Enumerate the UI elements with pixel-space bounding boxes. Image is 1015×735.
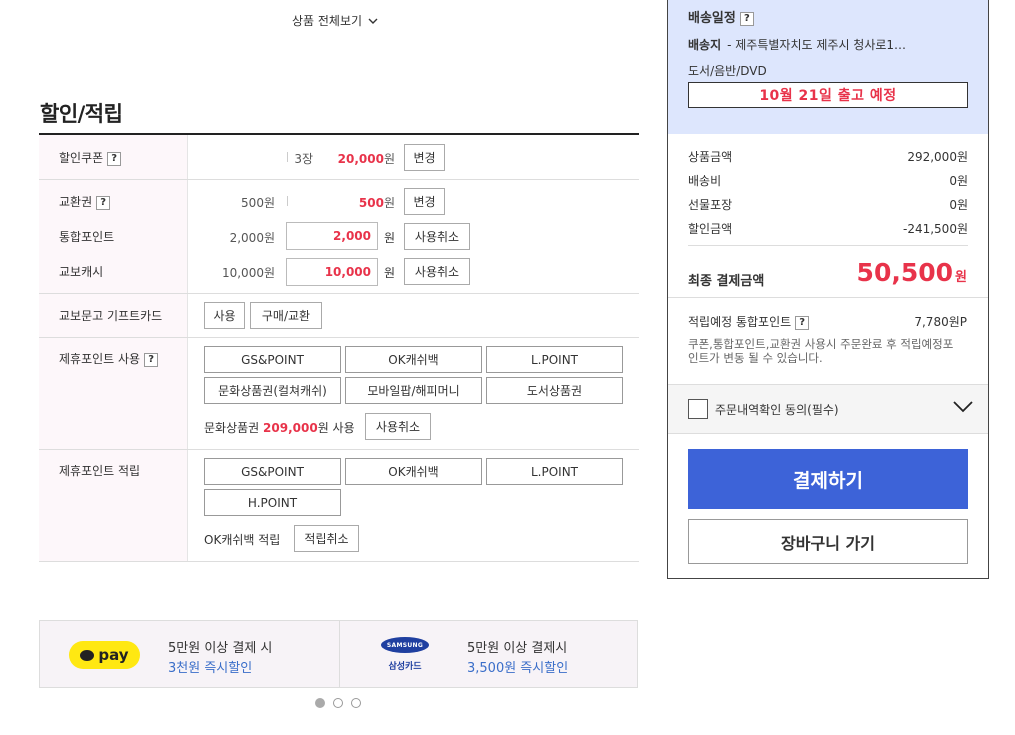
agree-checkbox[interactable]: [688, 399, 708, 419]
summary-shipping: 배송비 0원: [688, 174, 968, 188]
carousel-dot-2[interactable]: [333, 698, 343, 708]
partner-save-label: 제휴포인트 적립: [59, 464, 141, 478]
exchange-point-cash-row: 교환권? 500원 500원 변경 통합포인트 2,000원 2,000 원 사…: [39, 180, 639, 294]
point-input[interactable]: 2,000: [286, 222, 378, 250]
mobilepop-button[interactable]: 모바일팝/해피머니: [345, 377, 482, 404]
expected-points-value: 7,780원P: [914, 315, 967, 329]
gspoint-use-button[interactable]: GS&POINT: [204, 346, 341, 373]
voucher-change-button[interactable]: 변경: [404, 188, 445, 215]
partner-point-use-row: 제휴포인트 사용? GS&POINT OK캐쉬백 L.POINT 문화상품권(컬…: [39, 338, 639, 450]
final-amount-value: 50,500 원: [856, 258, 967, 287]
help-icon[interactable]: ?: [107, 151, 122, 166]
section-title: 할인/적립: [40, 102, 123, 126]
point-label: 통합포인트: [59, 230, 115, 244]
points-note: 쿠폰,통합포인트,교환권 사용시 주문완료 후 적립예정포인트가 변동 될 수 …: [688, 337, 954, 365]
promo-banner[interactable]: pay 5만원 이상 결제 시 3천원 즉시할인 SAMSUNG 삼성카드 5만…: [39, 620, 638, 688]
cash-base: 10,000원: [221, 266, 275, 280]
agree-label: 주문내역확인 동의(필수): [715, 403, 839, 417]
cash-input[interactable]: 10,000: [286, 258, 378, 286]
giftcard-label: 교보문고 기프트카드: [59, 309, 163, 323]
cash-label: 교보캐시: [59, 265, 104, 279]
giftcard-use-button[interactable]: 사용: [204, 302, 245, 329]
cash-unit: 원: [384, 266, 396, 280]
giftcard-row: 교보문고 기프트카드 사용 구매/교환: [39, 294, 639, 338]
delivery-title: 배송일정?: [688, 7, 754, 26]
summary-product-amount: 상품금액 292,000원: [688, 150, 968, 164]
view-all-label: 상품 전체보기: [292, 14, 363, 28]
coupon-label: 할인쿠폰?: [59, 149, 122, 166]
carousel-dots: [315, 698, 361, 708]
samsungcard-promo[interactable]: SAMSUNG 삼성카드 5만원 이상 결제시 3,500원 즉시할인: [340, 621, 639, 687]
voucher-label: 교환권?: [59, 193, 111, 210]
cart-button[interactable]: 장바구니 가기: [688, 519, 968, 564]
carousel-dot-3[interactable]: [351, 698, 361, 708]
help-icon[interactable]: ?: [795, 315, 810, 330]
delivery-schedule: 배송일정? 배송지 - 제주특별자치도 제주시 청사로1… 도서/음반/DVD 1…: [668, 0, 988, 134]
partner-point-save-row: 제휴포인트 적립 GS&POINT OK캐쉬백 L.POINT H.POINT …: [39, 450, 639, 562]
partner-use-status: 문화상품권 209,000원 사용: [204, 421, 355, 435]
point-base: 2,000원: [229, 231, 275, 245]
gspoint-save-button[interactable]: GS&POINT: [204, 458, 341, 485]
order-agree-section: 주문내역확인 동의(필수): [668, 384, 988, 434]
expected-points-label: 적립예정 통합포인트?: [688, 313, 810, 330]
giftcard-buy-button[interactable]: 구매/교환: [250, 302, 322, 329]
summary-gift-wrap: 선물포장 0원: [688, 198, 968, 212]
final-amount-label: 최종 결제금액: [688, 274, 765, 289]
summary-discount: 할인금액 -241,500원: [688, 222, 968, 236]
cash-cancel-button[interactable]: 사용취소: [404, 258, 470, 285]
culture-voucher-button[interactable]: 문화상품권(컬쳐캐쉬): [204, 377, 341, 404]
pay-button[interactable]: 결제하기: [688, 449, 968, 509]
chat-bubble-icon: [80, 649, 95, 661]
kakaopay-line1: 5만원 이상 결제 시: [168, 641, 273, 656]
ship-date: 10월 21일 출고 예정: [688, 82, 968, 108]
product-category: 도서/음반/DVD: [688, 64, 767, 78]
okcashbag-use-button[interactable]: OK캐쉬백: [345, 346, 482, 373]
point-cancel-button[interactable]: 사용취소: [404, 223, 470, 250]
coupon-row: 할인쿠폰? 3장 20,000원 변경: [39, 135, 639, 180]
kakaopay-promo[interactable]: pay 5만원 이상 결제 시 3천원 즉시할인: [40, 621, 339, 687]
point-unit: 원: [384, 231, 396, 245]
help-icon[interactable]: ?: [96, 195, 111, 210]
view-all-products-link[interactable]: 상품 전체보기: [292, 12, 378, 29]
samsung-line1: 5만원 이상 결제시: [467, 641, 568, 656]
okcashbag-save-button[interactable]: OK캐쉬백: [345, 458, 482, 485]
help-icon[interactable]: ?: [739, 11, 754, 26]
partner-save-cancel-button[interactable]: 적립취소: [294, 525, 359, 552]
lpoint-save-button[interactable]: L.POINT: [486, 458, 623, 485]
samsung-line2: 3,500원 즉시할인: [467, 661, 569, 676]
book-voucher-button[interactable]: 도서상품권: [486, 377, 623, 404]
kakaopay-line2: 3천원 즉시할인: [168, 661, 253, 676]
lpoint-use-button[interactable]: L.POINT: [486, 346, 623, 373]
carousel-dot-1[interactable]: [315, 698, 325, 708]
partner-use-label: 제휴포인트 사용?: [59, 350, 159, 367]
help-icon[interactable]: ?: [144, 352, 159, 367]
order-summary-panel: 배송일정? 배송지 - 제주특별자치도 제주시 청사로1… 도서/음반/DVD 1…: [667, 0, 989, 579]
hpoint-save-button[interactable]: H.POINT: [204, 489, 341, 516]
samsung-card-logo: SAMSUNG 삼성카드: [380, 637, 430, 677]
coupon-amount: 20,000원: [337, 152, 395, 166]
partner-use-cancel-button[interactable]: 사용취소: [365, 413, 431, 440]
delivery-address: 배송지 - 제주특별자치도 제주시 청사로1…: [688, 38, 907, 52]
coupon-count: 3장: [294, 152, 313, 166]
coupon-change-button[interactable]: 변경: [404, 144, 445, 171]
kakaopay-logo: pay: [69, 641, 140, 669]
partner-save-status: OK캐쉬백 적립: [204, 533, 281, 547]
voucher-base: 500원: [241, 196, 275, 210]
chevron-down-icon: [368, 18, 378, 24]
chevron-down-icon[interactable]: [953, 401, 973, 413]
voucher-amount: 500원: [358, 196, 395, 210]
